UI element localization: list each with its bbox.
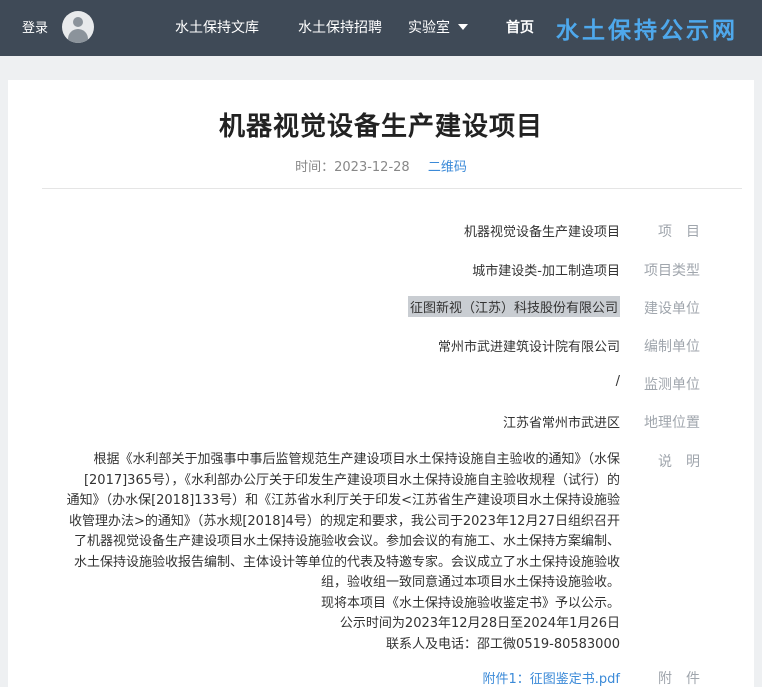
field-value: 机器视觉设备生产建设项目 [463,225,620,240]
nav-home[interactable]: 首页 [506,17,534,37]
field-label: 附 件 [658,671,700,687]
description-line: 现将本项目《水土保持设施验收鉴定书》予以公示。 [320,595,620,611]
login-link[interactable]: 登录 [22,17,48,36]
field-label: 建设单位 [644,301,700,317]
field-label: 说 明 [658,454,700,470]
nav-lab-dropdown[interactable]: 实验室 [408,17,468,37]
site-logo[interactable]: 水土保持公示网 [556,11,738,45]
divider [42,188,742,189]
description-line: 了机器视觉设备生产建设项目水土保持设施验收会议。参加会议的有施工、水土保持方案编… [73,534,620,549]
description-line: 组，验收组一致同意通过本项目水土保持设施验收。 [320,575,620,590]
description-line: 联系人及电话：邵工微0519-80583000 [386,636,620,652]
field-label: 项 目 [658,224,700,240]
field-label: 监测单位 [644,377,700,393]
nav-library[interactable]: 水土保持文库 [175,17,259,37]
description-line: 收管理办法>的通知》（苏水规[2018]4号）的规定和要求，我公司于2023年1… [68,513,620,529]
description-line: 根据《水利部关于加强事中事后监管规范生产建设项目水土保持设施自主验收的通知》（水… [93,452,620,467]
description-line: 公示时间为2023年12月28日至2024年1月26日 [339,616,620,631]
qr-code-link[interactable]: 二维码 [428,160,467,175]
time-label: 时间： [295,160,335,175]
article-meta: 时间：2023-12-28 二维码 [8,156,754,175]
description-line: 通知》（办水保[2018]133号）和《江苏省水利厅关于印发<江苏省生产建设项目… [66,493,620,508]
page-title: 机器视觉设备生产建设项目 [218,112,543,142]
time-value: 2023-12-28 [334,160,410,175]
description-line: [2017]365号），《水利部办公厅关于印发生产建设项目水土保持设施自主验收规… [83,472,620,488]
field-label: 编制单位 [644,339,700,355]
description-text: 根据《水利部关于加强事中事后监管规范生产建设项目水土保持设施自主验收的通知》（水… [20,450,620,655]
field-value: / [615,374,620,389]
field-value: 常州市武进建筑设计院有限公司 [437,340,620,355]
field-value: 江苏省常州市武进区 [502,416,620,431]
top-nav-bar: 水土保持公示网 首页 实验室 水土保持招聘 水土保持文库 登录 [0,0,762,56]
description-line: 水土保持设施验收报告编制、主体设计等单位的代表及特邀专家。会议成立了水土保持设施… [73,554,620,570]
field-value: 城市建设类-加工制造项目 [472,264,620,279]
field-label: 项目类型 [644,263,700,279]
caret-down-icon [458,24,468,30]
field-label: 地理位置 [644,415,700,431]
nav-recruit[interactable]: 水土保持招聘 [298,17,382,37]
field-value-selected: 征图新视（江苏）科技股份有限公司 [407,296,620,317]
attachment-link[interactable]: 附件1：征图鉴定书.pdf [483,668,620,687]
user-avatar-icon[interactable] [62,11,94,43]
nav-lab-label: 实验室 [408,20,450,36]
article-card: 机器视觉设备生产建设项目 时间：2023-12-28 二维码 项 目 机器视觉设… [8,80,754,687]
